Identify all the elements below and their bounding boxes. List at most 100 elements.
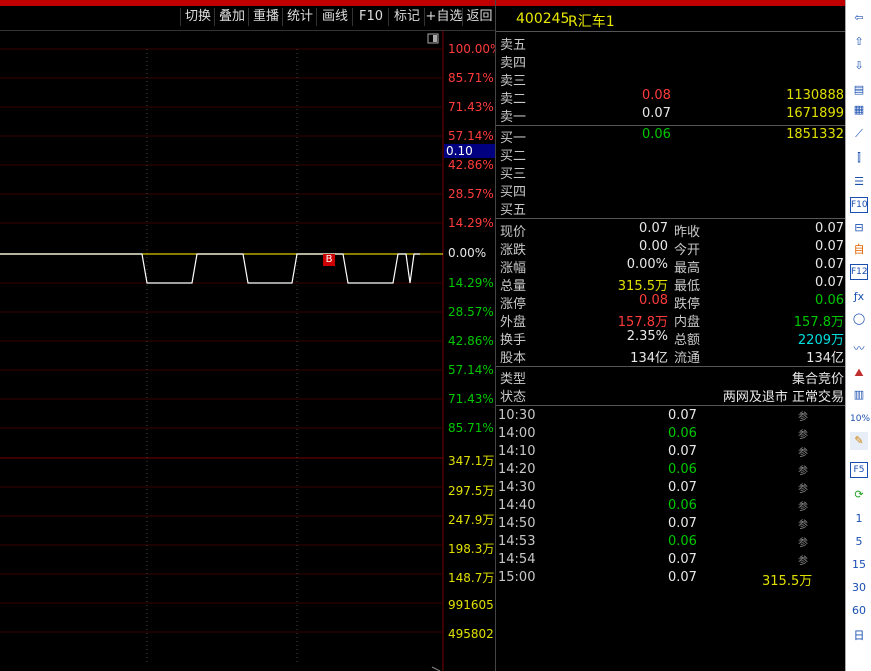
intraday-chart[interactable]: B 0.10 100.00% 85.71% 71.43% 57.14% 42.8…	[0, 31, 501, 671]
trade-row[interactable]: 14:54 0.07 参	[496, 552, 846, 570]
bid-row-5[interactable]: 买五	[496, 199, 846, 218]
draw-line-button[interactable]: 画线	[316, 8, 353, 26]
trade-row[interactable]: 14:40 0.06 参	[496, 498, 846, 516]
mark-button[interactable]: 标记	[388, 8, 425, 26]
trade-row[interactable]: 15:00 0.07 315.5万	[496, 570, 846, 589]
trade-price: 0.07	[668, 480, 697, 495]
status-value: 两网及退市 正常交易	[722, 390, 844, 405]
ask-row-2[interactable]: 卖二 0.08 1130888	[496, 88, 846, 107]
trade-flag: 参	[798, 430, 808, 441]
grid-icon[interactable]: ▦	[850, 101, 868, 119]
stat-value: 134亿	[630, 351, 668, 366]
tool-sidebar: ⇦ ⇧ ⇩ ▤ ▦ ⟋ ⫿ ☰ F10 ⊟ 自 F12 ƒx ◯ 〰 ⛰ ▥ 1…	[845, 0, 871, 671]
f10-button[interactable]: F10	[352, 8, 389, 26]
axis-label: 71.43%	[448, 100, 494, 114]
period-1min[interactable]: 1	[846, 512, 871, 525]
ask-row-1[interactable]: 卖一 0.07 1671899	[496, 106, 846, 125]
back-icon[interactable]: ⇦	[850, 9, 868, 27]
ask-row-4[interactable]: 卖四	[496, 52, 846, 71]
circle-icon[interactable]: ◯	[850, 310, 868, 328]
ask-row-5[interactable]: 卖五	[496, 34, 846, 53]
period-15min[interactable]: 15	[846, 558, 871, 571]
trade-row[interactable]: 14:50 0.07 参	[496, 516, 846, 534]
trade-row[interactable]: 14:30 0.07 参	[496, 480, 846, 498]
trade-row[interactable]: 14:10 0.07 参	[496, 444, 846, 462]
f5-icon[interactable]: F5	[850, 462, 868, 478]
replay-button[interactable]: 重播	[248, 8, 283, 26]
volume-axis-label: 297.5万	[448, 484, 495, 498]
stat-label: 最高	[674, 261, 701, 276]
volume-axis-label: 198.3万	[448, 542, 495, 556]
trade-flag: 参	[798, 466, 808, 477]
trade-time: 14:54	[498, 552, 536, 567]
bid-row-3[interactable]: 买三	[496, 163, 846, 182]
divider	[496, 366, 846, 367]
bid-label: 买三	[500, 167, 527, 182]
axis-label: 0.00%	[448, 246, 487, 260]
axis-label: 42.86%	[448, 334, 494, 348]
f11-icon[interactable]: ⊟	[850, 219, 868, 237]
trade-price: 0.06	[668, 462, 697, 477]
trade-time: 14:30	[498, 480, 536, 495]
bid-row-4[interactable]: 买四	[496, 181, 846, 200]
percent-icon[interactable]: 10%	[850, 410, 870, 428]
buy-marker[interactable]: B	[323, 254, 335, 266]
refresh-icon[interactable]: ⟳	[850, 486, 868, 504]
trade-row[interactable]: 14:00 0.06 参	[496, 426, 846, 444]
report-icon[interactable]: ▤	[850, 81, 868, 99]
switch-button[interactable]: 切换	[180, 8, 215, 26]
type-value: 集合竞价	[791, 372, 844, 387]
f12-icon[interactable]: F12	[850, 264, 868, 280]
back-button[interactable]: 返回	[462, 8, 496, 26]
down-arrow-icon[interactable]: ⇩	[850, 57, 868, 75]
ask-volume: 1130888	[786, 88, 844, 103]
stat-value: 0.07	[815, 239, 844, 254]
trade-time: 14:50	[498, 516, 536, 531]
bid-label: 买四	[500, 185, 527, 200]
bid-row-2[interactable]: 买二	[496, 145, 846, 164]
volume-axis-label: 247.9万	[448, 513, 495, 527]
pencil-icon[interactable]: ✎	[850, 432, 868, 450]
trade-row[interactable]: 14:20 0.06 参	[496, 462, 846, 480]
volume-axis-label: 991605	[448, 598, 494, 612]
line-chart-icon[interactable]: ⟋	[850, 125, 868, 143]
stat-row: 换手 2.35% 总额 2209万	[496, 329, 846, 348]
stock-code: 400245	[516, 11, 570, 27]
stat-value: 157.8万	[793, 315, 844, 330]
statistics-button[interactable]: 统计	[282, 8, 317, 26]
stat-value: 157.8万	[617, 315, 668, 330]
table-icon[interactable]: ▥	[850, 386, 868, 404]
formula-icon[interactable]: ƒx	[850, 288, 868, 306]
stat-label: 股本	[500, 351, 527, 366]
stat-value: 0.07	[815, 257, 844, 272]
trade-time: 15:00	[498, 570, 536, 585]
list-icon[interactable]: ☰	[850, 173, 868, 191]
overlay-button[interactable]: 叠加	[214, 8, 249, 26]
bid-volume: 1851332	[786, 127, 844, 142]
stat-label: 涨停	[500, 297, 527, 312]
trade-row[interactable]: 14:53 0.06 参	[496, 534, 846, 552]
up-arrow-icon[interactable]: ⇧	[850, 33, 868, 51]
bid-label: 买一	[500, 131, 527, 146]
stat-label: 内盘	[674, 315, 701, 330]
stat-value: 0.00	[639, 239, 668, 254]
f10-icon[interactable]: F10	[850, 197, 868, 213]
volume-axis-label: 347.1万	[448, 454, 495, 468]
bid-price: 0.06	[642, 127, 671, 142]
bid-row-1[interactable]: 买一 0.06 1851332	[496, 127, 846, 146]
trade-row[interactable]: 10:30 0.07 参	[496, 408, 846, 426]
ask-row-3[interactable]: 卖三	[496, 70, 846, 89]
candle-chart-icon[interactable]: ⫿	[850, 149, 868, 167]
self-icon[interactable]: 自	[850, 241, 868, 259]
period-5min[interactable]: 5	[846, 535, 871, 548]
trade-price: 0.07	[668, 570, 697, 585]
trade-price: 0.07	[668, 444, 697, 459]
period-30min[interactable]: 30	[846, 581, 871, 594]
chart-canvas	[0, 31, 444, 671]
stat-value: 0.00%	[626, 257, 668, 272]
add-watchlist-button[interactable]: +自选	[424, 8, 463, 26]
period-day[interactable]: 日	[846, 627, 871, 643]
period-60min[interactable]: 60	[846, 604, 871, 617]
wave-icon[interactable]: 〰	[850, 340, 868, 358]
mountain-icon[interactable]: ⛰	[850, 364, 868, 382]
